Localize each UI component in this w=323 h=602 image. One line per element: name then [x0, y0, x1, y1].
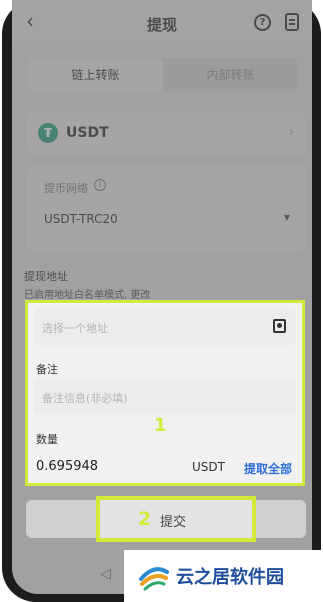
tab-onchain-transfer[interactable]: 链上转账 — [28, 58, 163, 92]
annotation-marker-2: 2 — [138, 508, 152, 530]
tab-internal-transfer[interactable]: 内部转账 — [163, 58, 298, 92]
address-placeholder: 选择一个地址 — [42, 322, 108, 335]
coin-name: USDT — [66, 125, 109, 141]
info-icon[interactable]: i — [94, 179, 106, 191]
quantity-value: 0.695948 — [36, 459, 99, 474]
watermark-logo-icon — [138, 560, 170, 592]
annotation-marker-1: 1 — [154, 415, 167, 436]
tether-icon: ₮ — [38, 123, 58, 143]
phone-frame: ‹ 提现 ? 链上转账 内部转账 ₮ USDT › 提币网络 i USDT-TR… — [2, 0, 321, 602]
chevron-right-icon: › — [288, 124, 294, 140]
highlighted-form-area: 选择一个地址 备注 备注信息(非必填) 1 数量 0.695948 USDT 提… — [25, 300, 305, 486]
remark-input[interactable]: 备注信息(非必填) — [34, 379, 296, 415]
address-book-icon[interactable] — [273, 319, 286, 333]
quantity-label: 数量 — [36, 433, 58, 446]
record-icon[interactable] — [285, 13, 299, 31]
top-bar: ‹ 提现 ? — [12, 0, 312, 46]
network-selector[interactable]: 提币网络 i USDT-TRC20 ▾ — [26, 166, 306, 252]
dropdown-caret-icon: ▾ — [283, 210, 290, 224]
network-value: USDT-TRC20 — [44, 212, 118, 226]
address-label: 提现地址 — [24, 270, 68, 283]
quantity-unit: USDT — [192, 460, 225, 474]
watermark-text: 云之居软件园 — [176, 567, 284, 588]
network-label: 提币网络 — [44, 182, 88, 195]
remark-placeholder: 备注信息(非必填) — [42, 392, 128, 405]
remark-label: 备注 — [36, 363, 58, 376]
watermark: 云之居软件园 — [124, 550, 323, 602]
withdraw-all-button[interactable]: 提取全部 — [244, 460, 292, 477]
coin-selector[interactable]: ₮ USDT › — [26, 112, 306, 154]
transfer-tabs: 链上转账 内部转账 — [28, 58, 298, 92]
nav-back-icon[interactable]: ◁ — [100, 566, 111, 582]
address-input[interactable]: 选择一个地址 — [34, 309, 296, 345]
help-icon[interactable]: ? — [254, 14, 271, 31]
address-whitelist-hint[interactable]: 已启用地址白名单模式, 更改 — [24, 286, 150, 301]
quantity-input[interactable]: 0.695948 USDT 提取全部 — [34, 453, 296, 481]
submit-label: 提交 — [160, 515, 187, 530]
app-screen: ‹ 提现 ? 链上转账 内部转账 ₮ USDT › 提币网络 i USDT-TR… — [12, 0, 312, 594]
